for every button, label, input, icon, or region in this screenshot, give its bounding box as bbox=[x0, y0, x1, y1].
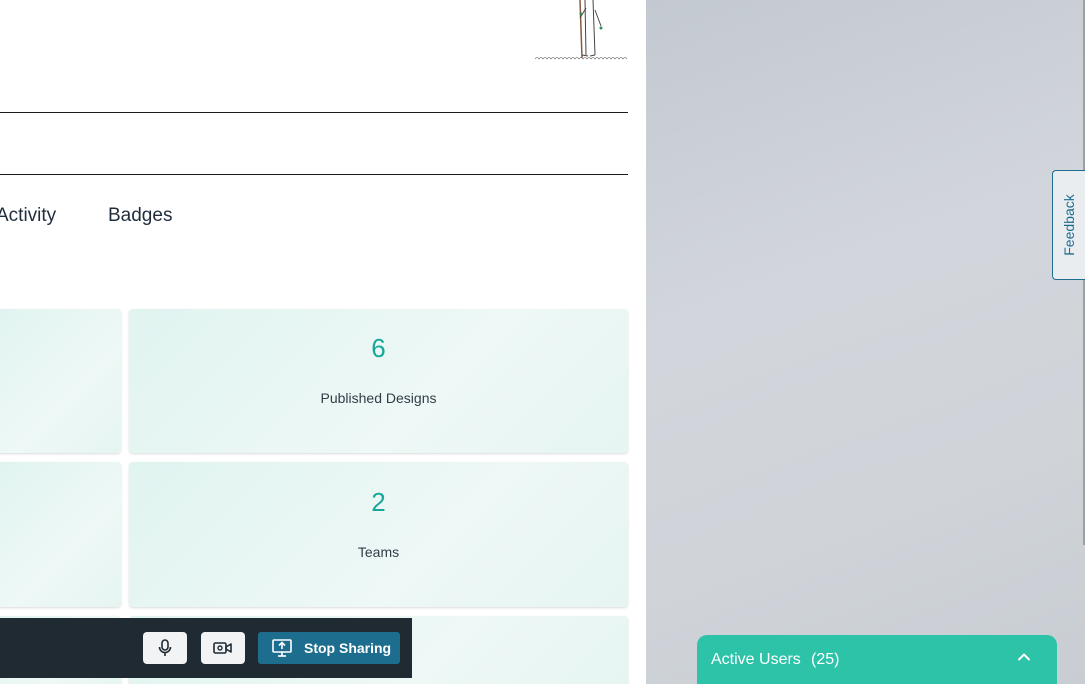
chevron-up-icon[interactable] bbox=[1017, 652, 1031, 662]
screen-share-icon bbox=[272, 639, 292, 657]
camera-button[interactable] bbox=[201, 632, 245, 664]
section-divider bbox=[0, 112, 628, 113]
section-divider bbox=[0, 174, 628, 175]
microphone-icon bbox=[158, 639, 172, 656]
tab-activity[interactable]: Activity bbox=[0, 205, 56, 227]
stat-number: 2 bbox=[371, 487, 386, 517]
stop-sharing-label: Stop Sharing bbox=[304, 640, 392, 656]
stat-label: Published Designs bbox=[320, 390, 437, 406]
profile-panel: Activity Badges 6 Published Designs 2 Te… bbox=[0, 0, 646, 684]
stat-card-teams: 2 Teams bbox=[129, 462, 628, 607]
side-panel bbox=[646, 0, 1085, 684]
profile-illustration bbox=[534, 0, 628, 60]
page: Activity Badges 6 Published Designs 2 Te… bbox=[0, 0, 1085, 684]
active-users-bar[interactable]: Active Users (25) bbox=[697, 635, 1057, 684]
tab-badges[interactable]: Badges bbox=[108, 205, 172, 227]
stat-number: 6 bbox=[371, 333, 386, 363]
active-users-count: (25) bbox=[811, 651, 840, 668]
call-control-bar: Stop Sharing bbox=[0, 618, 412, 678]
active-users-label: Active Users bbox=[711, 651, 801, 668]
stat-card bbox=[0, 309, 121, 453]
microphone-button[interactable] bbox=[143, 632, 187, 664]
feedback-tab[interactable]: Feedback bbox=[1052, 170, 1085, 280]
stop-sharing-button[interactable]: Stop Sharing bbox=[258, 632, 400, 664]
stat-label: Teams bbox=[357, 544, 400, 560]
video-camera-icon bbox=[213, 642, 232, 654]
stat-card bbox=[0, 462, 121, 607]
stat-card-published-designs: 6 Published Designs bbox=[129, 309, 628, 453]
feedback-label: Feedback bbox=[1061, 194, 1077, 256]
